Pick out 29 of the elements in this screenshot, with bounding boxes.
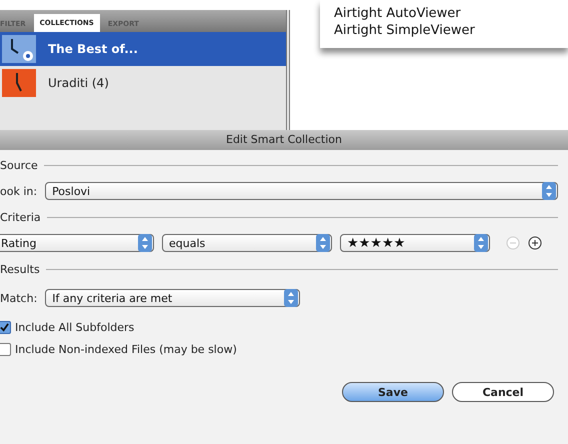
checkbox[interactable]: [0, 342, 11, 356]
popup-arrows-icon: [474, 234, 488, 252]
criteria-field-popup[interactable]: Rating: [0, 234, 154, 252]
menu-item[interactable]: Airtight AutoViewer: [334, 6, 554, 21]
smart-collection-icon: [2, 35, 36, 63]
checkbox[interactable]: [0, 320, 11, 334]
field-label: Match:: [0, 292, 38, 304]
dialog-button[interactable]: Cancel: [452, 382, 554, 402]
look-in-popup[interactable]: Poslovi: [45, 182, 558, 200]
rating-popup[interactable]: ★★★★★: [340, 234, 490, 252]
operator-popup[interactable]: equals: [162, 234, 332, 252]
dialog-button[interactable]: Save: [342, 382, 444, 402]
section-heading: Criteria: [0, 210, 41, 224]
popup-arrows-icon: [284, 289, 298, 307]
menu-item[interactable]: Airtight SimpleViewer: [334, 23, 554, 38]
popup-arrows-icon: [542, 182, 556, 200]
dialog-title: Edit Smart Collection: [0, 130, 568, 150]
collection-icon: [2, 69, 36, 97]
popup-arrows-icon: [138, 234, 152, 252]
checkbox-label: Include All Subfolders: [15, 320, 134, 334]
section-heading: Results: [0, 262, 40, 276]
add-icon[interactable]: [528, 236, 542, 250]
collection-item[interactable]: Uraditi (4): [0, 66, 286, 100]
section-heading: Source: [0, 158, 38, 172]
checkbox-label: Include Non-indexed Files (may be slow): [15, 342, 237, 356]
popup-arrows-icon: [316, 234, 330, 252]
field-label: ook in:: [0, 184, 38, 198]
collection-item[interactable]: The Best of...: [0, 32, 286, 66]
match-popup[interactable]: If any criteria are met: [45, 289, 300, 307]
